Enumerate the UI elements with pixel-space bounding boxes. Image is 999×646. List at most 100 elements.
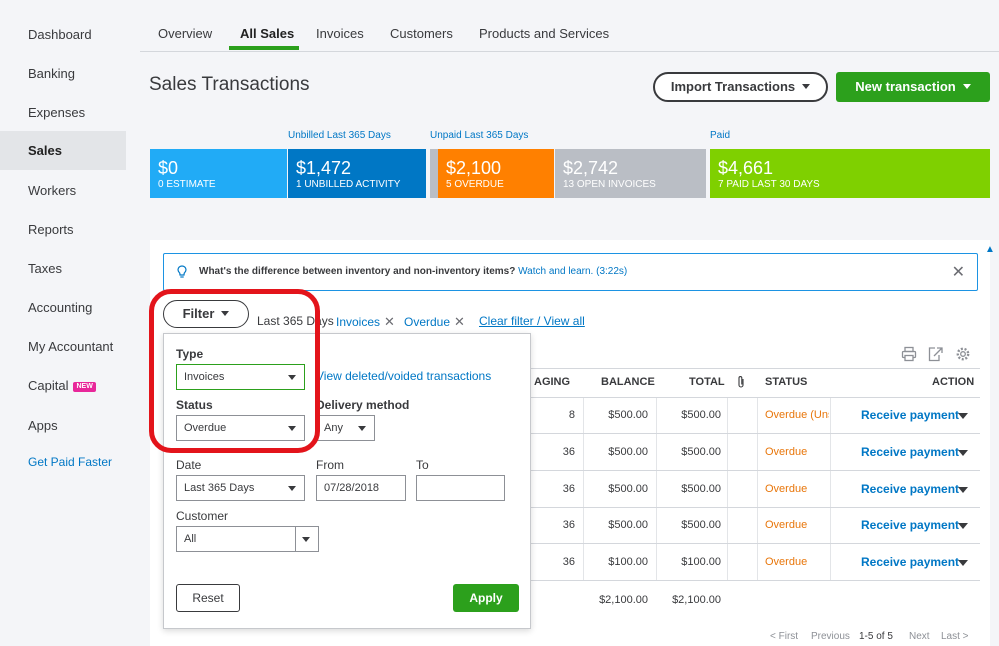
total-amount: $2,100.00 xyxy=(672,594,721,606)
chevron-down-icon xyxy=(221,311,230,316)
to-date-input[interactable] xyxy=(416,475,505,501)
nav-capital-label: Capital xyxy=(28,378,69,393)
new-transaction-label: New transaction xyxy=(855,79,956,94)
col-aging[interactable]: AGING xyxy=(534,376,570,388)
tab-invoices[interactable]: Invoices xyxy=(316,26,364,41)
nav-my-accountant[interactable]: My Accountant xyxy=(0,327,126,366)
import-label: Import Transactions xyxy=(670,79,796,94)
chevron-down-icon[interactable] xyxy=(958,450,968,456)
row-divider xyxy=(530,433,980,434)
chevron-down-icon[interactable] xyxy=(958,413,968,419)
customer-select-value: All xyxy=(184,533,197,545)
date-label: Date xyxy=(176,458,202,472)
overdue-amount: $2,100 xyxy=(446,158,502,178)
chevron-up-icon[interactable]: ▲ xyxy=(985,244,995,255)
money-bar-overdue[interactable]: $2,100 5 OVERDUE xyxy=(438,149,554,198)
gear-icon[interactable] xyxy=(955,346,971,362)
tip-question: What's the difference between inventory … xyxy=(199,266,516,277)
filter-button[interactable]: Filter xyxy=(163,300,249,328)
money-bar-unbilled[interactable]: $1,472 1 UNBILLED ACTIVITY xyxy=(288,149,426,198)
row-aging: 36 xyxy=(562,519,575,531)
filter-chip-type[interactable]: Invoices ✕ xyxy=(336,314,395,330)
row-divider xyxy=(530,507,980,508)
tab-all-sales[interactable]: All Sales xyxy=(240,26,294,41)
pager-previous[interactable]: Previous xyxy=(811,631,850,642)
close-icon[interactable]: ✕ xyxy=(952,262,965,282)
pager-last[interactable]: Last > xyxy=(941,631,969,642)
row-aging: 8 xyxy=(568,409,575,421)
export-icon[interactable] xyxy=(928,346,944,362)
apply-button[interactable]: Apply xyxy=(453,584,519,612)
type-label: Type xyxy=(176,347,204,361)
nav-accounting[interactable]: Accounting xyxy=(0,288,126,327)
overdue-caption: 5 OVERDUE xyxy=(446,179,504,190)
receive-payment-link[interactable]: Receive payment xyxy=(861,518,959,532)
nav-expenses[interactable]: Expenses xyxy=(0,93,126,132)
nav-banking[interactable]: Banking xyxy=(0,54,126,93)
col-action: ACTION xyxy=(932,376,975,388)
remove-chip-icon[interactable]: ✕ xyxy=(384,314,395,329)
pager-next[interactable]: Next xyxy=(909,631,930,642)
nav-reports[interactable]: Reports xyxy=(0,210,126,249)
nav-taxes[interactable]: Taxes xyxy=(0,249,126,288)
chevron-down-icon xyxy=(358,426,366,431)
row-total: $100.00 xyxy=(681,556,721,568)
remove-chip-icon[interactable]: ✕ xyxy=(454,314,465,329)
nav-capital[interactable]: Capital NEW xyxy=(0,366,126,405)
tab-overview[interactable]: Overview xyxy=(158,26,212,41)
row-total: $500.00 xyxy=(681,519,721,531)
row-balance: $500.00 xyxy=(608,446,648,458)
col-total[interactable]: TOTAL xyxy=(689,376,725,388)
chevron-down-icon[interactable] xyxy=(958,523,968,529)
chevron-down-icon[interactable] xyxy=(958,560,968,566)
paid-label: Paid xyxy=(710,130,731,141)
nav-apps[interactable]: Apps xyxy=(0,406,126,445)
money-bar-open-invoices[interactable]: $2,742 13 OPEN INVOICES xyxy=(555,149,706,198)
reset-button[interactable]: Reset xyxy=(176,584,240,612)
nav-workers[interactable]: Workers xyxy=(0,171,126,210)
type-select[interactable]: Invoices xyxy=(176,364,305,390)
date-select[interactable]: Last 365 Days xyxy=(176,475,305,501)
receive-payment-link[interactable]: Receive payment xyxy=(861,482,959,496)
status-select[interactable]: Overdue xyxy=(176,415,305,441)
chevron-down-icon[interactable] xyxy=(958,487,968,493)
money-bar-estimate[interactable]: $0 0 ESTIMATE xyxy=(150,149,287,198)
unbilled-label: Unbilled Last 365 Days xyxy=(288,130,391,141)
receive-payment-link[interactable]: Receive payment xyxy=(861,445,959,459)
import-transactions-button[interactable]: Import Transactions xyxy=(653,72,828,102)
to-label: To xyxy=(416,458,429,472)
tab-customers[interactable]: Customers xyxy=(390,26,453,41)
receive-payment-link[interactable]: Receive payment xyxy=(861,408,959,422)
receive-payment-link[interactable]: Receive payment xyxy=(861,555,959,569)
nav-sales[interactable]: Sales xyxy=(0,131,126,170)
pager-first[interactable]: < First xyxy=(770,631,798,642)
row-divider xyxy=(530,470,980,471)
row-total: $500.00 xyxy=(681,446,721,458)
clear-filter-link[interactable]: Clear filter / View all xyxy=(479,314,585,328)
row-total: $500.00 xyxy=(681,483,721,495)
col-balance[interactable]: BALANCE xyxy=(601,376,655,388)
status-label: Status xyxy=(176,398,213,412)
chevron-down-icon xyxy=(288,375,296,380)
nav-dashboard[interactable]: Dashboard xyxy=(0,15,126,54)
delivery-method-label: Delivery method xyxy=(316,398,410,412)
filter-chip-status[interactable]: Overdue ✕ xyxy=(404,314,465,330)
filter-label: Filter xyxy=(182,306,215,321)
tip-watch-link[interactable]: Watch and learn. (3:22s) xyxy=(518,266,627,277)
delivery-select-value: Any xyxy=(324,422,343,434)
nav-get-paid-faster[interactable]: Get Paid Faster xyxy=(0,443,126,482)
customer-select[interactable]: All xyxy=(176,526,319,552)
col-status[interactable]: STATUS xyxy=(765,376,807,388)
money-bar-paid[interactable]: $4,661 7 PAID LAST 30 DAYS xyxy=(710,149,990,198)
view-deleted-link[interactable]: View deleted/voided transactions xyxy=(316,369,491,383)
from-date-input[interactable]: 07/28/2018 xyxy=(316,475,406,501)
chip-status-label: Overdue xyxy=(404,315,451,329)
left-nav: Dashboard Banking Expenses Sales Workers… xyxy=(0,0,126,646)
total-balance: $2,100.00 xyxy=(599,594,648,606)
new-transaction-button[interactable]: New transaction xyxy=(836,72,990,102)
delivery-method-select[interactable]: Any xyxy=(316,415,375,441)
customer-label: Customer xyxy=(176,509,229,523)
print-icon[interactable] xyxy=(901,346,917,362)
tab-products-and-services[interactable]: Products and Services xyxy=(479,26,609,41)
filter-chip-range: Last 365 Days xyxy=(257,314,334,328)
